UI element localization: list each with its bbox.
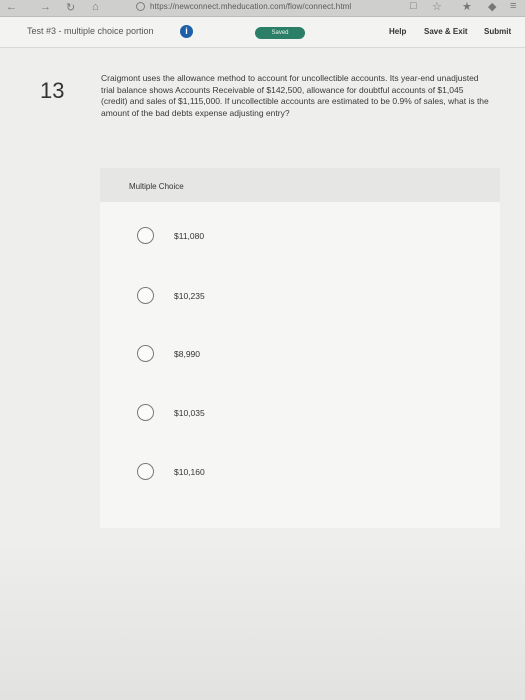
submit-button[interactable]: Submit bbox=[484, 27, 511, 36]
radio-icon[interactable] bbox=[137, 463, 154, 480]
bookmark-icon[interactable]: □ bbox=[410, 0, 417, 12]
choice-type-label: Multiple Choice bbox=[129, 182, 184, 191]
address-bar[interactable]: https://newconnect.mheducation.com/flow/… bbox=[150, 2, 351, 11]
radio-icon[interactable] bbox=[137, 227, 154, 244]
reload-icon[interactable]: ↻ bbox=[66, 1, 75, 14]
browser-toolbar: ← → ↻ ⌂ https://newconnect.mheducation.c… bbox=[0, 0, 525, 17]
radio-icon[interactable] bbox=[137, 287, 154, 304]
page-background bbox=[0, 540, 525, 700]
question-number: 13 bbox=[40, 78, 65, 103]
lock-icon bbox=[136, 2, 145, 11]
answer-option[interactable]: $10,160 bbox=[137, 463, 337, 483]
choice-panel-header: Multiple Choice bbox=[100, 168, 500, 202]
answer-label: $10,035 bbox=[174, 408, 205, 418]
assignment-header: Test #3 - multiple choice portion i Save… bbox=[0, 17, 525, 48]
star-icon[interactable]: ☆ bbox=[432, 0, 442, 13]
help-button[interactable]: Help bbox=[389, 27, 406, 36]
answer-label: $11,080 bbox=[174, 231, 205, 241]
page-title: Test #3 - multiple choice portion bbox=[27, 26, 154, 36]
radio-icon[interactable] bbox=[137, 345, 154, 362]
answer-option[interactable]: $10,235 bbox=[137, 287, 337, 307]
answer-label: $8,990 bbox=[174, 349, 200, 359]
radio-icon[interactable] bbox=[137, 404, 154, 421]
answer-label: $10,160 bbox=[174, 467, 205, 477]
info-icon[interactable]: i bbox=[180, 25, 193, 38]
question-text: Craigmont uses the allowance method to a… bbox=[101, 73, 489, 118]
forward-icon[interactable]: → bbox=[40, 1, 51, 13]
answer-option[interactable]: $8,990 bbox=[137, 345, 337, 365]
answer-label: $10,235 bbox=[174, 291, 205, 301]
saved-status-badge: Saved bbox=[255, 27, 305, 39]
save-exit-button[interactable]: Save & Exit bbox=[424, 27, 468, 36]
answer-option[interactable]: $11,080 bbox=[137, 227, 337, 247]
home-icon[interactable]: ⌂ bbox=[92, 1, 99, 13]
menu-icon[interactable]: ≡ bbox=[510, 0, 516, 12]
extension-icon[interactable]: ★ bbox=[462, 0, 472, 13]
back-icon[interactable]: ← bbox=[6, 1, 17, 13]
answer-option[interactable]: $10,035 bbox=[137, 404, 337, 424]
extension-icon[interactable]: ◆ bbox=[488, 0, 496, 13]
